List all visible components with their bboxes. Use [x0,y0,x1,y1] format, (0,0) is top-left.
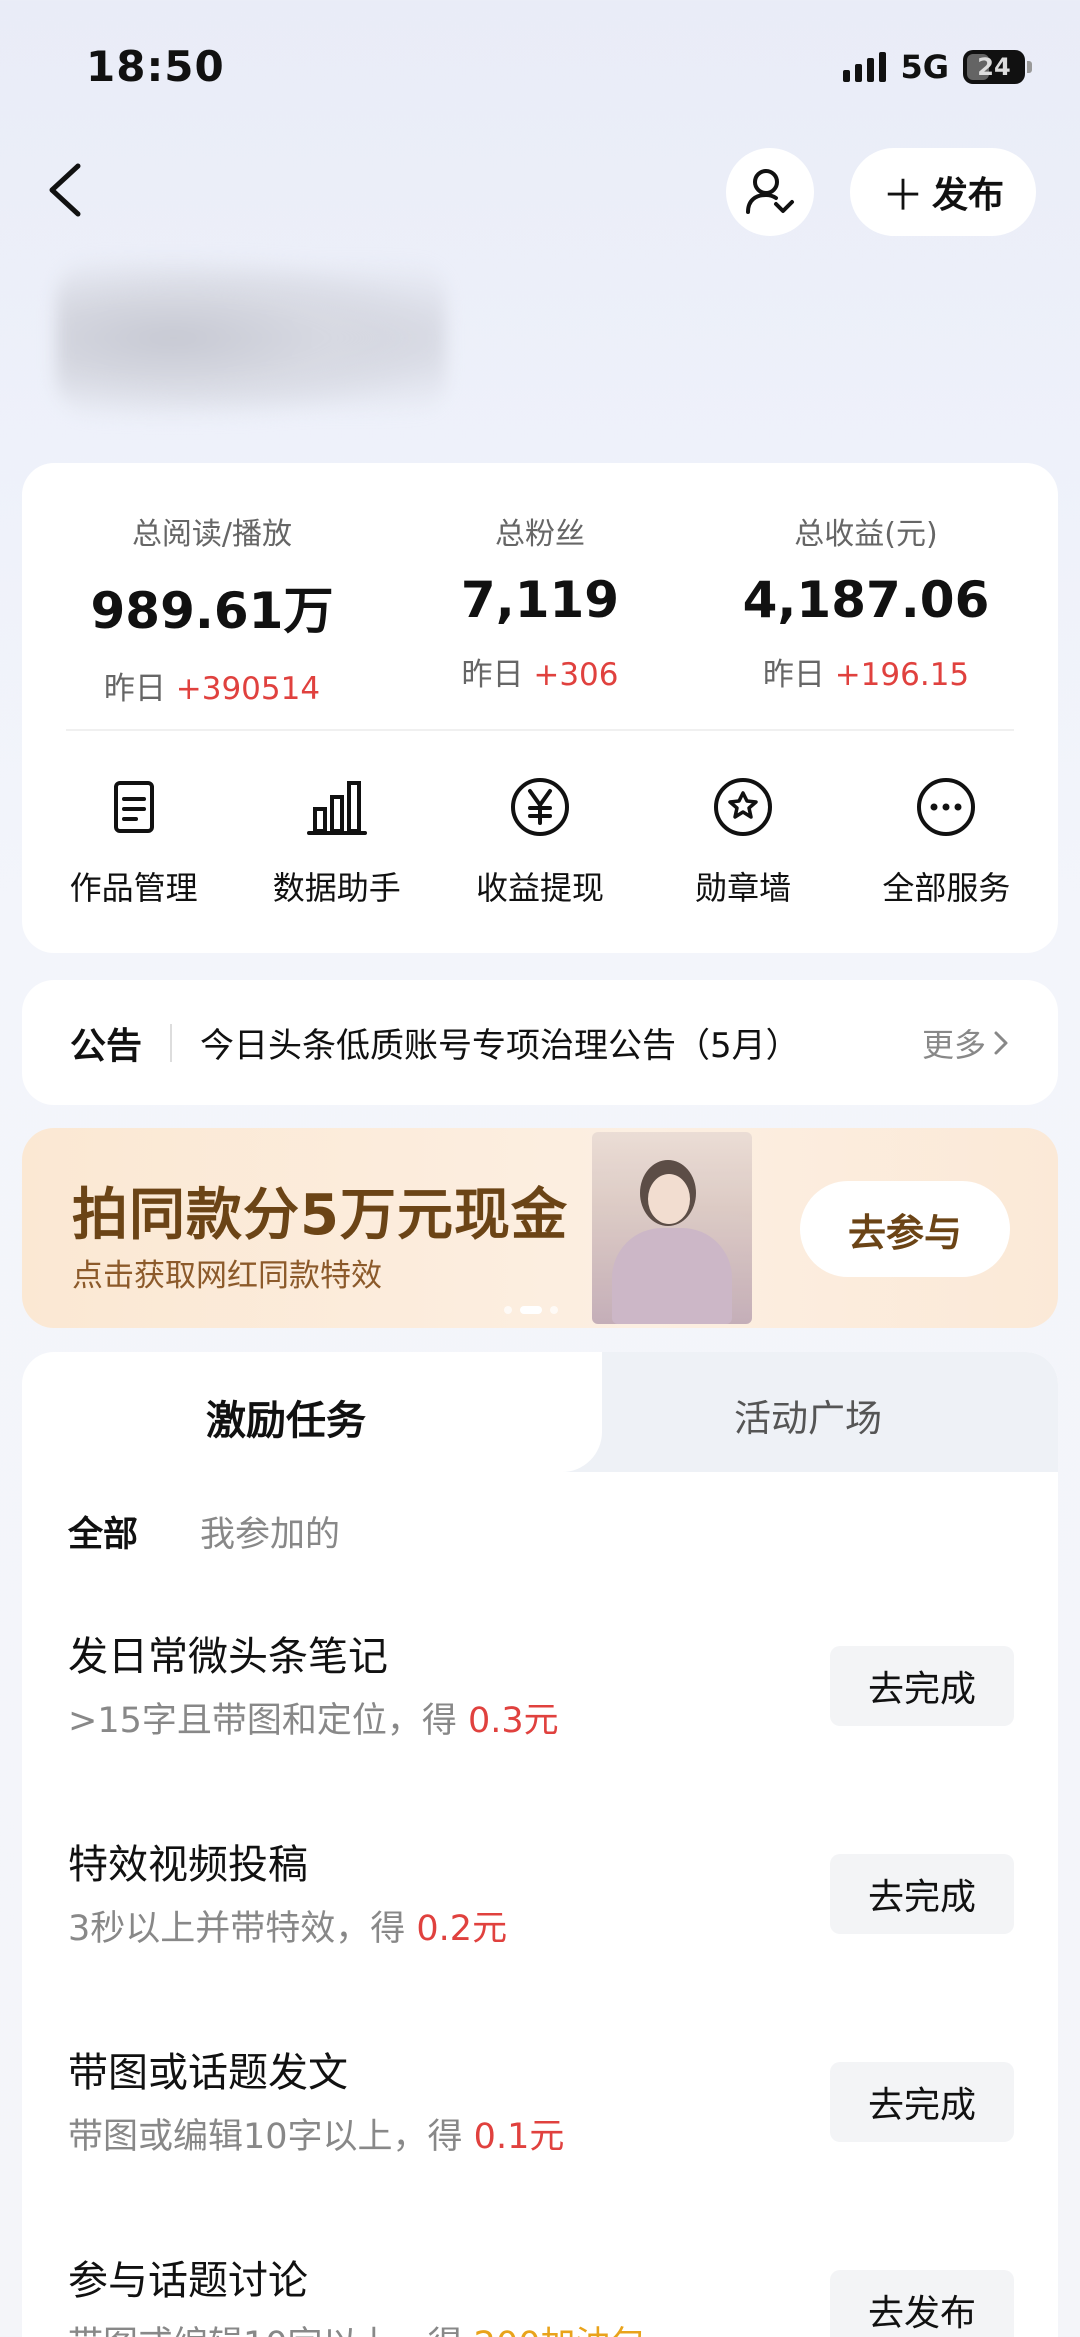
task-title: 特效视频投稿 [68,1842,308,1888]
stat-delta: 昨日 +306 [390,649,690,694]
service-label: 作品管理 [69,869,198,907]
carousel-indicator [504,1306,558,1314]
publish-label: 发布 [932,175,1005,216]
announcement-text[interactable]: 今日头条低质账号专项治理公告（5月） [200,1018,922,1067]
service-all[interactable]: 全部服务 [851,775,1041,909]
stat-delta-value: +196.15 [834,657,970,693]
back-button[interactable] [42,160,90,220]
chevron-left-icon [49,163,81,217]
signal-icon [843,52,887,82]
more-label: 更多 [921,1025,986,1064]
task-reward: 0.1元 [473,2117,565,2157]
task-complete-button[interactable]: 去完成 [830,1646,1014,1726]
stats-card: 总阅读/播放 989.61万 昨日 +390514 总粉丝 7,119 昨日 +… [22,463,1058,953]
announcement-title: 公告 [70,1025,143,1067]
task-desc: 3秒以上并带特效，得 0.2元 [68,1900,507,1951]
bar-chart-icon [306,781,367,835]
battery-icon: 24 [963,50,1032,84]
stat-delta: 昨日 +390514 [62,663,362,708]
task-desc-text: 带图或编辑10字以上，得 [68,2117,474,2157]
task-item: 发日常微头条笔记 >15字且带图和定位，得 0.3元 去完成 [22,1624,1058,1784]
task-item: 特效视频投稿 3秒以上并带特效，得 0.2元 去完成 [22,1832,1058,1992]
task-desc-text: >15字且带图和定位，得 [68,1701,468,1741]
banner-subtitle: 点击获取网红同款特效 [72,1258,382,1294]
tab-curve [512,1352,602,1472]
stat-delta-prefix: 昨日 [762,657,835,693]
service-label: 收益提现 [475,869,604,907]
task-desc-text: 3秒以上并带特效，得 [68,1909,417,1949]
tab-incentive-tasks[interactable]: 激励任务 [206,1388,366,1446]
tab-activity-square[interactable]: 活动广场 [734,1388,882,1442]
stat-delta-prefix: 昨日 [103,671,176,707]
stat-label: 总阅读/播放 [131,517,293,552]
status-bar: 18:50 5G 24 [0,0,1080,130]
tasks-panel: 激励任务 活动广场 全部 我参加的 发日常微头条笔记 >15字且带图和定位，得 … [22,1352,1058,2337]
banner-photo [592,1132,752,1324]
banner-title: 拍同款分5万元现金 [72,1183,568,1248]
publish-button[interactable]: ＋ 发布 [850,148,1036,236]
yen-icon [510,778,569,836]
network-label: 5G [900,48,949,86]
blurred-profile [56,258,446,418]
stat-delta-value: +306 [533,657,619,693]
task-reward: 0.2元 [416,1909,508,1949]
stat-earnings[interactable]: 总收益(元) 4,187.06 昨日 +196.15 [716,509,1016,694]
document-icon [113,781,154,833]
task-title: 参与话题讨论 [68,2258,308,2304]
stat-reads[interactable]: 总阅读/播放 989.61万 昨日 +390514 [62,509,362,708]
stat-delta-value: +390514 [175,671,321,707]
announcement-divider [170,1023,173,1062]
service-label: 数据助手 [272,869,401,907]
stat-followers[interactable]: 总粉丝 7,119 昨日 +306 [390,509,690,694]
service-data[interactable]: 数据助手 [242,775,432,909]
stat-label: 总粉丝 [495,517,585,552]
task-reward: 200加油包 [474,2325,646,2337]
stat-value: 7,119 [460,571,620,629]
filter-all[interactable]: 全部 [68,1506,138,1557]
more-icon [917,778,976,836]
task-item: 参与话题讨论 带图或编辑10字以上，得 200加油包 去发布 [22,2248,1058,2337]
stat-delta: 昨日 +196.15 [716,649,1016,694]
task-reward: 0.3元 [468,1701,559,1741]
task-complete-button[interactable]: 去完成 [830,2062,1014,2142]
service-medals[interactable]: 勋章墙 [648,775,838,909]
status-indicators: 5G 24 [843,48,1032,86]
service-grid: 作品管理 数据助手 收益提现 勋章墙 全部服务 [22,775,1058,909]
task-complete-button[interactable]: 去完成 [830,1854,1014,1934]
stat-label: 总收益(元) [794,517,938,552]
service-label: 勋章墙 [695,869,792,907]
task-title: 带图或话题发文 [68,2050,348,2096]
stat-value: 989.61万 [90,582,334,640]
divider [66,729,1014,731]
task-desc: 带图或编辑10字以上，得 0.1元 [68,2108,564,2159]
service-withdraw[interactable]: 收益提现 [445,775,635,909]
stat-value: 4,187.06 [742,571,990,629]
task-desc-text: 带图或编辑10字以上，得 [68,2325,474,2337]
announcement-more-link[interactable]: 更多 [922,1020,1010,1066]
battery-level: 24 [977,53,1011,81]
join-button[interactable]: 去参与 [800,1181,1010,1277]
stat-delta-prefix: 昨日 [461,657,534,693]
service-label: 全部服务 [882,869,1011,907]
status-time: 18:50 [86,42,225,91]
task-desc: >15字且带图和定位，得 0.3元 [68,1692,559,1743]
user-switch-button[interactable] [726,148,814,236]
plus-icon: ＋ [881,170,924,220]
service-works[interactable]: 作品管理 [39,775,229,909]
user-switch-icon [746,169,794,214]
task-title: 发日常微头条笔记 [68,1634,388,1680]
task-desc: 带图或编辑10字以上，得 200加油包 [68,2316,645,2337]
filter-joined[interactable]: 我参加的 [200,1506,340,1557]
task-item: 带图或话题发文 带图或编辑10字以上，得 0.1元 去完成 [22,2040,1058,2200]
promo-banner[interactable]: 拍同款分5万元现金 点击获取网红同款特效 去参与 [22,1128,1058,1328]
announcement-bar[interactable]: 公告 今日头条低质账号专项治理公告（5月） 更多 [22,980,1058,1105]
task-publish-button[interactable]: 去发布 [830,2270,1014,2337]
medal-icon [714,778,773,836]
chevron-right-icon [994,1031,1008,1054]
